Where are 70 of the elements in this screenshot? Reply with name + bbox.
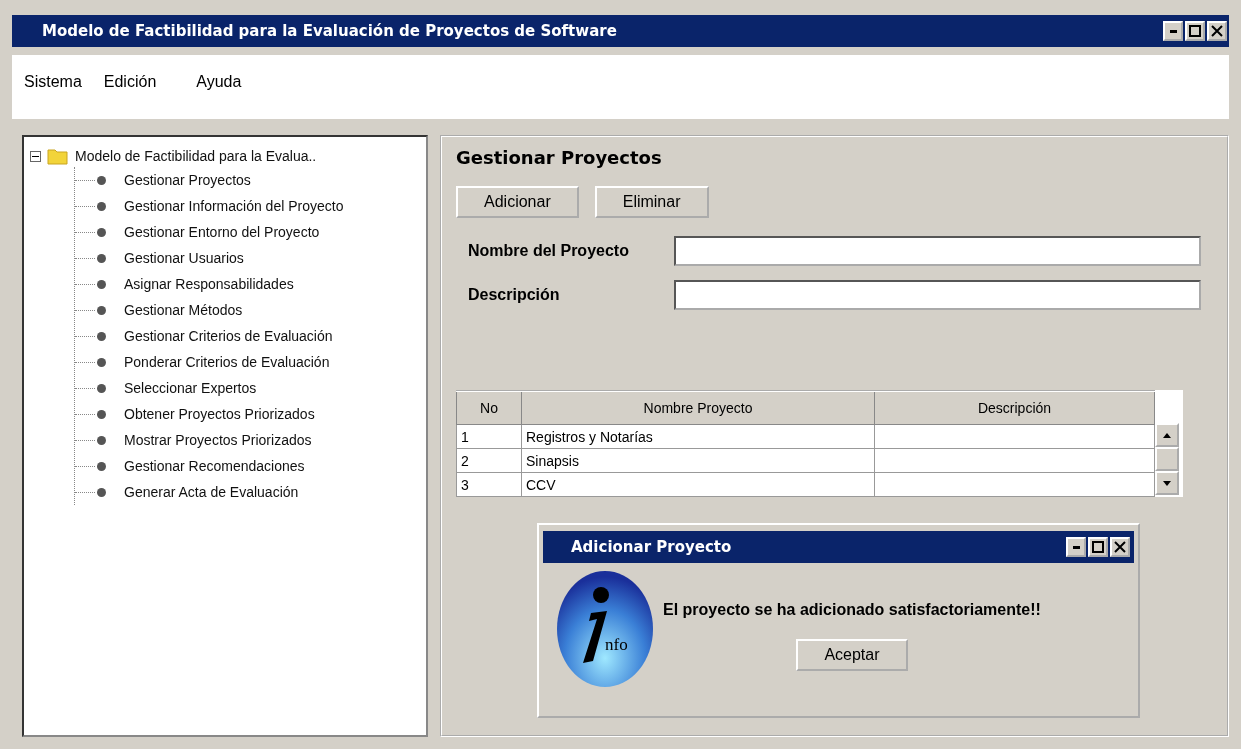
minimize-button[interactable]	[1066, 537, 1086, 557]
column-header[interactable]: Nombre Proyecto	[521, 391, 875, 425]
tree-item[interactable]: Gestionar Criterios de Evaluación	[124, 328, 333, 344]
tree-item[interactable]: Seleccionar Expertos	[124, 380, 257, 396]
up-arrow-icon	[1163, 432, 1171, 438]
bullet-icon	[97, 409, 106, 419]
scroll-thumb[interactable]	[1155, 447, 1179, 471]
table-cell: Sinapsis	[521, 448, 875, 473]
tree-item[interactable]: Modelo de Factibilidad para la Evalua..	[75, 148, 317, 164]
bullet-icon	[97, 357, 106, 367]
bullet-icon	[97, 175, 106, 185]
bullet-icon	[97, 435, 106, 445]
dialog-title: Adicionar Proyecto	[571, 538, 732, 556]
input-field[interactable]	[674, 280, 1201, 310]
tree-item[interactable]: Gestionar Métodos	[124, 302, 243, 318]
tree-item[interactable]: Gestionar Recomendaciones	[124, 458, 305, 474]
maximize-icon	[1092, 541, 1104, 553]
bullet-icon	[97, 461, 106, 471]
bullet-icon	[97, 227, 106, 237]
bullet-icon	[97, 253, 106, 263]
table-cell: 3	[456, 472, 522, 497]
tree-item[interactable]: Gestionar Proyectos	[124, 172, 251, 188]
maximize-icon	[1189, 25, 1201, 37]
close-icon	[1114, 541, 1126, 553]
column-header[interactable]: No	[456, 391, 522, 425]
tree-item[interactable]: Gestionar Entorno del Proyecto	[124, 224, 320, 240]
collapse-toggle[interactable]	[30, 150, 41, 162]
tree-item[interactable]: Obtener Proyectos Priorizados	[124, 406, 315, 422]
bullet-icon	[97, 383, 106, 393]
down-arrow-icon	[1163, 480, 1171, 486]
panel-title: Gestionar Proyectos	[456, 147, 663, 168]
bullet-icon	[97, 487, 106, 497]
close-icon	[1211, 25, 1223, 37]
scroll-down-button[interactable]	[1155, 471, 1179, 495]
tree-item[interactable]: Asignar Responsabilidades	[124, 276, 294, 292]
maximize-button[interactable]	[1185, 21, 1205, 41]
bullet-icon	[97, 201, 106, 211]
field-label: Descripción	[468, 286, 561, 304]
table-cell: CCV	[521, 472, 875, 497]
action-button[interactable]: Eliminar	[594, 186, 709, 218]
action-button[interactable]: Adicionar	[456, 186, 579, 218]
table-cell: 1	[456, 424, 522, 449]
accept-button[interactable]: Aceptar	[796, 639, 908, 671]
input-field[interactable]	[674, 236, 1201, 266]
tree-item[interactable]: Gestionar Usuarios	[124, 250, 244, 266]
menu-item[interactable]: Ayuda	[196, 73, 242, 91]
window-title: Modelo de Factibilidad para la Evaluación de Proyectos de Software	[42, 22, 617, 40]
table-cell: 2	[456, 448, 522, 473]
bullet-icon	[97, 279, 106, 289]
tree-item[interactable]: Mostrar Proyectos Priorizados	[124, 432, 312, 448]
minimize-button[interactable]	[1163, 21, 1183, 41]
icon-label: nfo	[605, 635, 628, 655]
dialog-message: El proyecto se ha adicionado satisfactoriamente!!	[663, 601, 1041, 619]
scroll-up-button[interactable]	[1155, 423, 1179, 447]
column-header[interactable]: Descripción	[874, 391, 1155, 425]
close-button[interactable]	[1110, 537, 1130, 557]
tree-item[interactable]: Ponderar Criterios de Evaluación	[124, 354, 330, 370]
folder-icon	[47, 147, 69, 165]
menu-item[interactable]: Edición	[103, 73, 157, 91]
close-button[interactable]	[1207, 21, 1227, 41]
maximize-button[interactable]	[1088, 537, 1108, 557]
minimize-icon	[1169, 29, 1177, 33]
bullet-icon	[97, 331, 106, 341]
tree-item[interactable]: Gestionar Información del Proyecto	[124, 198, 344, 214]
field-label: Nombre del Proyecto	[468, 242, 630, 260]
minimize-icon	[1072, 545, 1080, 549]
tree-item[interactable]: Generar Acta de Evaluación	[124, 484, 299, 500]
table-cell: Registros y Notarías	[521, 424, 875, 449]
bullet-icon	[97, 305, 106, 315]
menu-item[interactable]: Sistema	[24, 73, 82, 91]
